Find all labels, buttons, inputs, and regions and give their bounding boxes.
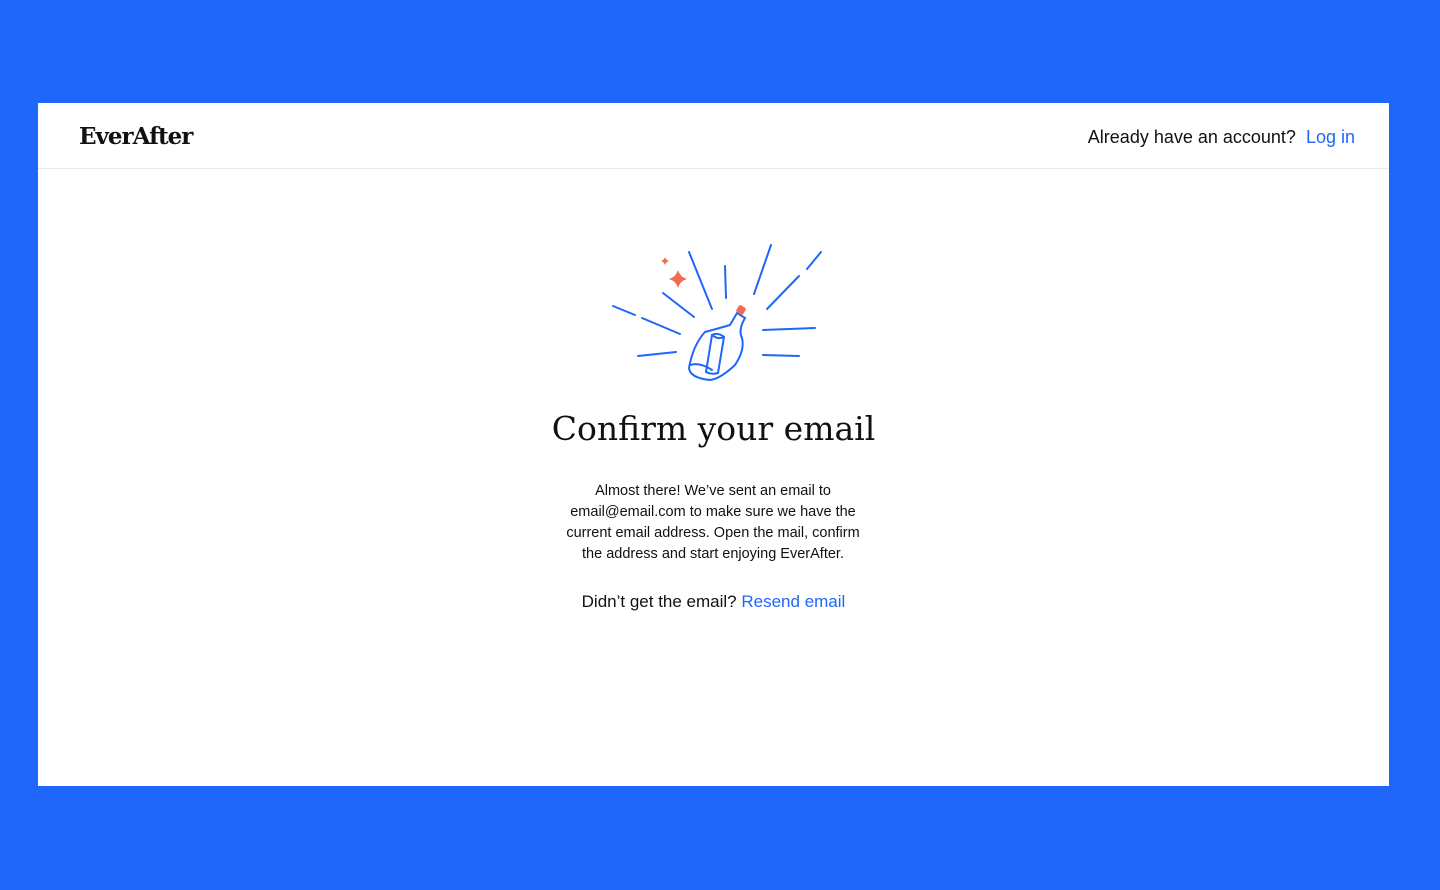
bottle-icon xyxy=(687,311,747,382)
login-prompt-text: Already have an account? xyxy=(1087,127,1296,147)
header: EverAfter Already have an account? Log in xyxy=(38,103,1389,169)
resend-email-link[interactable]: Resend email xyxy=(741,592,845,611)
resend-prompt-text: Didn’t get the email? xyxy=(581,592,737,611)
confirmation-message: Almost there! We’ve sent an email to ema… xyxy=(566,483,860,562)
resend-prompt: Didn’t get the email? Resend email xyxy=(38,592,1389,612)
message-bottle-illustration xyxy=(612,244,822,382)
login-prompt: Already have an account? Log in xyxy=(1088,127,1355,148)
sparkle-icon xyxy=(661,257,687,288)
logo[interactable]: EverAfter xyxy=(79,123,193,150)
signup-card: EverAfter Already have an account? Log in xyxy=(38,103,1389,786)
login-link[interactable]: Log in xyxy=(1306,127,1355,147)
burst-lines xyxy=(612,244,822,357)
page-title: Confirm your email xyxy=(551,409,876,448)
